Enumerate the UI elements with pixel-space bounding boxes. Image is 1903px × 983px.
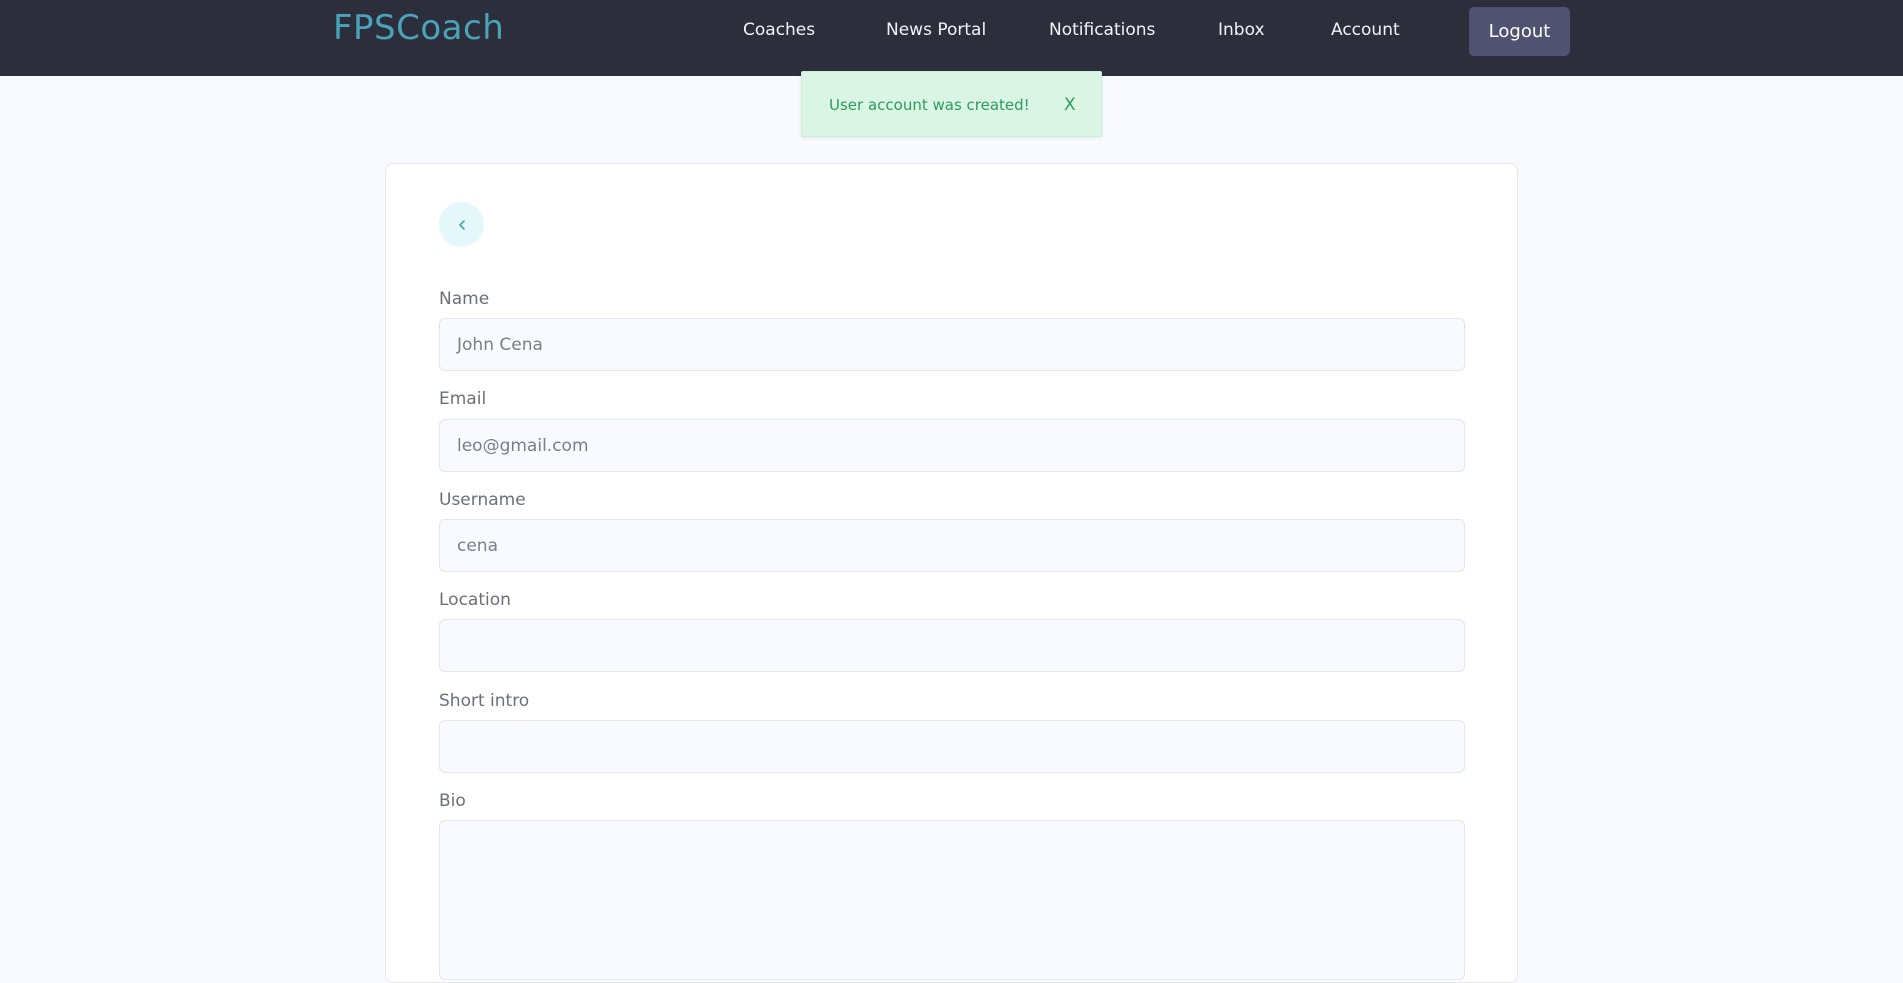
bio-label: Bio bbox=[439, 791, 466, 811]
alert-close-button[interactable]: X bbox=[1064, 95, 1076, 115]
edit-account-card: Name John Cena Email leo@gmail.com Usern… bbox=[385, 163, 1518, 983]
name-field[interactable]: John Cena bbox=[439, 318, 1465, 371]
chevron-left-icon bbox=[458, 219, 465, 230]
nav-link-news-portal[interactable]: News Portal bbox=[886, 20, 986, 40]
short-intro-field[interactable] bbox=[439, 720, 1465, 773]
nav-link-account[interactable]: Account bbox=[1331, 20, 1400, 40]
email-label: Email bbox=[439, 389, 487, 409]
location-field[interactable] bbox=[439, 619, 1465, 672]
brand-logo[interactable]: FPSCoach bbox=[333, 8, 504, 48]
success-alert: User account was created! X bbox=[801, 71, 1102, 137]
short-intro-label: Short intro bbox=[439, 691, 530, 711]
username-field-value: cena bbox=[457, 535, 498, 556]
name-label: Name bbox=[439, 289, 490, 309]
username-label: Username bbox=[439, 490, 526, 510]
bio-textarea[interactable] bbox=[439, 820, 1465, 980]
top-navbar: FPSCoach Coaches News Portal Notificatio… bbox=[0, 0, 1903, 76]
alert-message: User account was created! bbox=[829, 96, 1030, 114]
email-field-value: leo@gmail.com bbox=[457, 435, 589, 456]
name-field-value: John Cena bbox=[457, 334, 543, 355]
nav-link-coaches[interactable]: Coaches bbox=[743, 20, 815, 40]
location-label: Location bbox=[439, 590, 511, 610]
username-field[interactable]: cena bbox=[439, 519, 1465, 572]
email-field[interactable]: leo@gmail.com bbox=[439, 419, 1465, 472]
logout-button[interactable]: Logout bbox=[1469, 7, 1570, 56]
nav-link-notifications[interactable]: Notifications bbox=[1049, 20, 1155, 40]
nav-link-inbox[interactable]: Inbox bbox=[1218, 20, 1265, 40]
back-button[interactable] bbox=[439, 202, 484, 247]
